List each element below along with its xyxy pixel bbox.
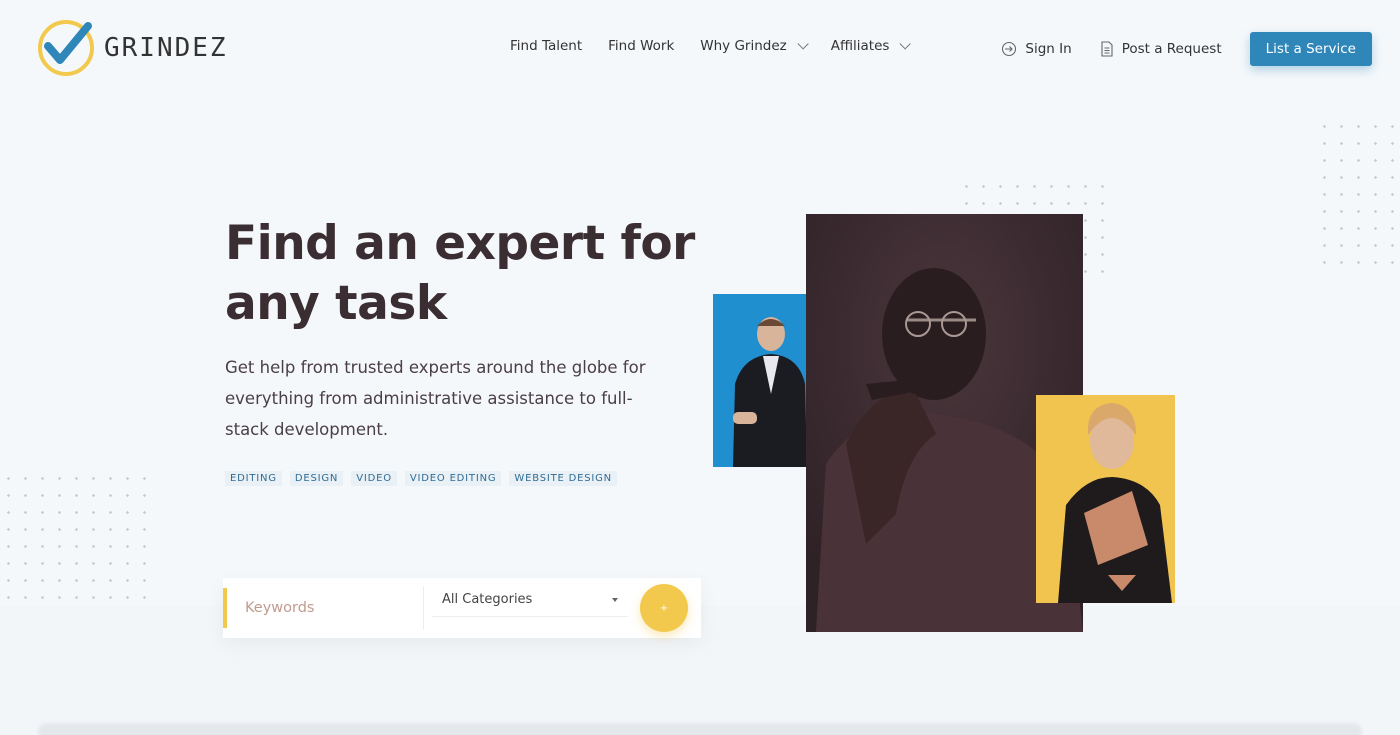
- tag-website-design[interactable]: WEBSITE DESIGN: [509, 471, 617, 486]
- brand-logo[interactable]: GRINDEZ: [36, 16, 228, 80]
- caret-down-icon: [612, 597, 618, 602]
- sign-in-icon: [1002, 41, 1017, 57]
- photo-man-blue: [713, 294, 807, 467]
- person-illustration: [713, 294, 807, 467]
- hero-subtitle: Get help from trusted experts around the…: [225, 358, 646, 439]
- main-nav: Find Talent Find Work Why Grindez Affili…: [510, 38, 912, 54]
- document-icon: [1101, 41, 1113, 57]
- chevron-down-icon: [899, 38, 912, 50]
- keywords-input[interactable]: [245, 600, 415, 616]
- nav-label: Affiliates: [830, 38, 890, 54]
- search-form: All Categories +: [223, 578, 701, 638]
- account-nav: Sign In Post a Request List a Service: [1001, 32, 1372, 66]
- brand-name: GRINDEZ: [104, 33, 228, 63]
- checkmark-logo-icon: [38, 20, 94, 76]
- dot-grid-decoration: [1316, 118, 1400, 278]
- nav-why-grindez[interactable]: Why Grindez: [700, 38, 809, 54]
- popular-tags: EDITING DESIGN VIDEO VIDEO EDITING WEBSI…: [225, 471, 617, 486]
- search-divider: [423, 586, 424, 630]
- tag-video[interactable]: VIDEO: [351, 471, 397, 486]
- tag-video-editing[interactable]: VIDEO EDITING: [404, 471, 502, 486]
- tag-editing[interactable]: EDITING: [225, 471, 282, 486]
- person-illustration: [1036, 395, 1175, 603]
- hero-title: Find an expert for any task: [225, 214, 695, 334]
- nav-find-work[interactable]: Find Work: [608, 38, 674, 54]
- nav-label: Find Talent: [510, 38, 583, 54]
- nav-find-talent[interactable]: Find Talent: [510, 38, 582, 54]
- next-section-edge: [38, 723, 1362, 735]
- post-request-label: Post a Request: [1121, 41, 1222, 57]
- dot-grid-decoration: [0, 470, 152, 600]
- sign-in-link[interactable]: Sign In: [1001, 41, 1072, 57]
- hero-title-line: Find an expert for: [225, 216, 695, 271]
- nav-label: Find Work: [608, 38, 675, 54]
- search-icon: +: [659, 602, 669, 614]
- photo-woman-yellow: [1036, 395, 1175, 603]
- nav-label: Why Grindez: [700, 38, 787, 54]
- nav-affiliates[interactable]: Affiliates: [830, 38, 912, 54]
- hero-title-line: any task: [225, 276, 447, 331]
- chevron-down-icon: [797, 38, 809, 50]
- category-select[interactable]: All Categories: [432, 583, 628, 617]
- category-selected-label: All Categories: [442, 592, 533, 607]
- list-service-button[interactable]: List a Service: [1249, 32, 1372, 66]
- sign-in-label: Sign In: [1025, 41, 1072, 57]
- post-request-link[interactable]: Post a Request: [1100, 41, 1222, 57]
- search-accent-bar: [223, 588, 227, 628]
- tag-design[interactable]: DESIGN: [289, 471, 344, 486]
- search-submit-button[interactable]: +: [640, 584, 688, 632]
